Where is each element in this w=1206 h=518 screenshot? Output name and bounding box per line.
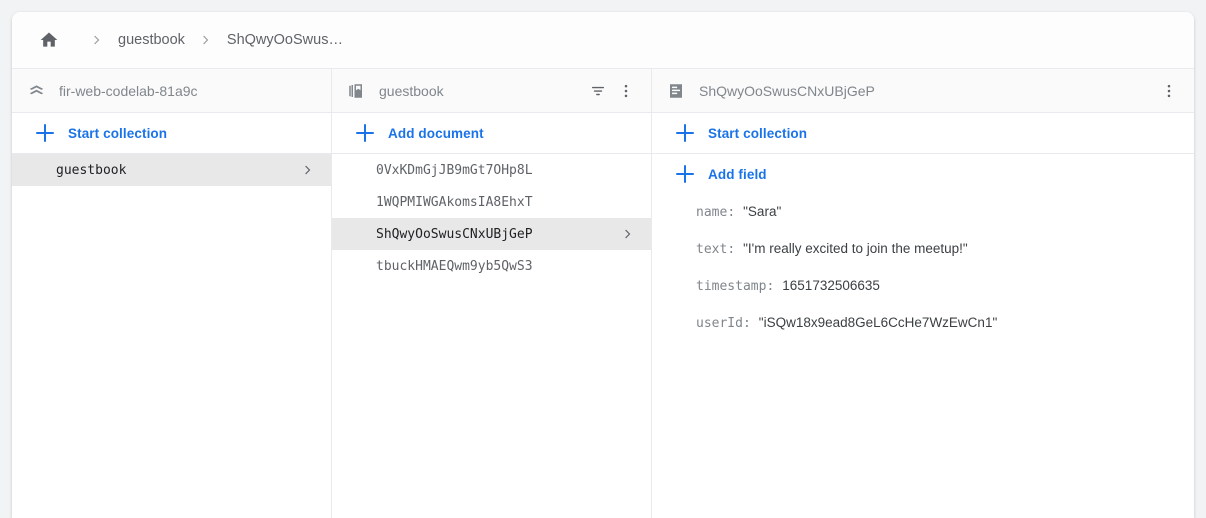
field-colon: :: [727, 205, 735, 220]
list-item[interactable]: ShQwyOoSwusCNxUBjGeP: [332, 218, 651, 250]
collection-panel: guestbook: [332, 69, 652, 518]
list-item[interactable]: guestbook: [12, 154, 331, 186]
document-id: tbuckHMAEQwm9yb5QwS3: [376, 259, 635, 274]
breadcrumb-item-collection[interactable]: guestbook: [118, 32, 185, 48]
document-panel: ShQwyOoSwusCNxUBjGeP Start collection: [652, 69, 1194, 518]
field-colon: :: [766, 279, 774, 294]
chevron-right-icon: [301, 163, 315, 177]
more-vert-icon[interactable]: [1158, 80, 1180, 102]
field-value: 1651732506635: [782, 278, 880, 293]
plus-icon: [36, 124, 54, 142]
add-document-button[interactable]: Add document: [332, 113, 651, 153]
document-panel-header: ShQwyOoSwusCNxUBjGeP: [652, 69, 1194, 113]
field-colon: :: [727, 242, 735, 257]
root-panel-header: fir-web-codelab-81a9c: [12, 69, 331, 113]
field-value: "Sara": [743, 204, 781, 219]
start-collection-button-root[interactable]: Start collection: [12, 113, 331, 153]
plus-icon: [676, 124, 694, 142]
document-id: 0VxKDmGjJB9mGt7OHp8L: [376, 163, 635, 178]
field-key: userId: [696, 316, 743, 331]
list-item[interactable]: 0VxKDmGjJB9mGt7OHp8L: [332, 154, 651, 186]
field-list: name : "Sara" text : "I'm really excited…: [652, 194, 1194, 352]
firestore-stack-icon: [26, 81, 46, 101]
plus-icon: [676, 165, 694, 183]
panels-container: fir-web-codelab-81a9c Start collection g…: [12, 69, 1194, 518]
collection-header-actions: [587, 80, 637, 102]
breadcrumb-separator-2: [199, 33, 213, 47]
document-panel-body: Start collection Add field name : "Sara"…: [652, 113, 1194, 518]
list-item[interactable]: 1WQPMIWGAkomsIA8EhxT: [332, 186, 651, 218]
field-key: text: [696, 242, 727, 257]
field-row[interactable]: timestamp : 1651732506635: [696, 278, 1194, 294]
field-row[interactable]: text : "I'm really excited to join the m…: [696, 241, 1194, 257]
filter-icon[interactable]: [587, 80, 609, 102]
start-collection-label: Start collection: [708, 126, 807, 141]
field-value: "iSQw18x9ead8GeL6CcHe7WzEwCn1": [759, 315, 997, 330]
document-id: ShQwyOoSwusCNxUBjGeP: [376, 227, 613, 242]
field-colon: :: [743, 316, 751, 331]
breadcrumb: guestbook ShQwyOoSwus…: [12, 12, 1194, 69]
field-row[interactable]: userId : "iSQw18x9ead8GeL6CcHe7WzEwCn1": [696, 315, 1194, 331]
plus-icon: [356, 124, 374, 142]
collection-panel-body: Add document 0VxKDmGjJB9mGt7OHp8L 1WQPMI…: [332, 113, 651, 518]
add-field-button[interactable]: Add field: [652, 154, 1194, 194]
home-icon[interactable]: [38, 29, 60, 51]
root-panel: fir-web-codelab-81a9c Start collection g…: [12, 69, 332, 518]
more-vert-icon[interactable]: [615, 80, 637, 102]
collection-list[interactable]: guestbook: [12, 154, 331, 518]
field-row[interactable]: name : "Sara": [696, 204, 1194, 220]
document-title: ShQwyOoSwusCNxUBjGeP: [699, 83, 1150, 99]
add-field-label: Add field: [708, 167, 767, 182]
add-document-label: Add document: [388, 126, 484, 141]
field-key: name: [696, 205, 727, 220]
collection-title: guestbook: [379, 83, 579, 99]
document-id: 1WQPMIWGAkomsIA8EhxT: [376, 195, 635, 210]
collection-icon: [346, 81, 366, 101]
field-key: timestamp: [696, 279, 766, 294]
project-name: fir-web-codelab-81a9c: [59, 83, 317, 99]
document-list[interactable]: 0VxKDmGjJB9mGt7OHp8L 1WQPMIWGAkomsIA8Ehx…: [332, 154, 651, 518]
breadcrumb-item-document[interactable]: ShQwyOoSwus…: [227, 32, 343, 48]
document-header-actions: [1158, 80, 1180, 102]
firestore-data-card: guestbook ShQwyOoSwus… fir-web-codelab-8…: [12, 12, 1194, 518]
field-value: "I'm really excited to join the meetup!": [743, 241, 968, 256]
chevron-right-icon: [621, 227, 635, 241]
start-collection-button-document[interactable]: Start collection: [652, 113, 1194, 153]
breadcrumb-separator-1: [90, 33, 104, 47]
start-collection-label: Start collection: [68, 126, 167, 141]
collection-name: guestbook: [56, 163, 293, 178]
root-panel-body: Start collection guestbook: [12, 113, 331, 518]
document-icon: [666, 81, 686, 101]
list-item[interactable]: tbuckHMAEQwm9yb5QwS3: [332, 250, 651, 282]
collection-panel-header: guestbook: [332, 69, 651, 113]
